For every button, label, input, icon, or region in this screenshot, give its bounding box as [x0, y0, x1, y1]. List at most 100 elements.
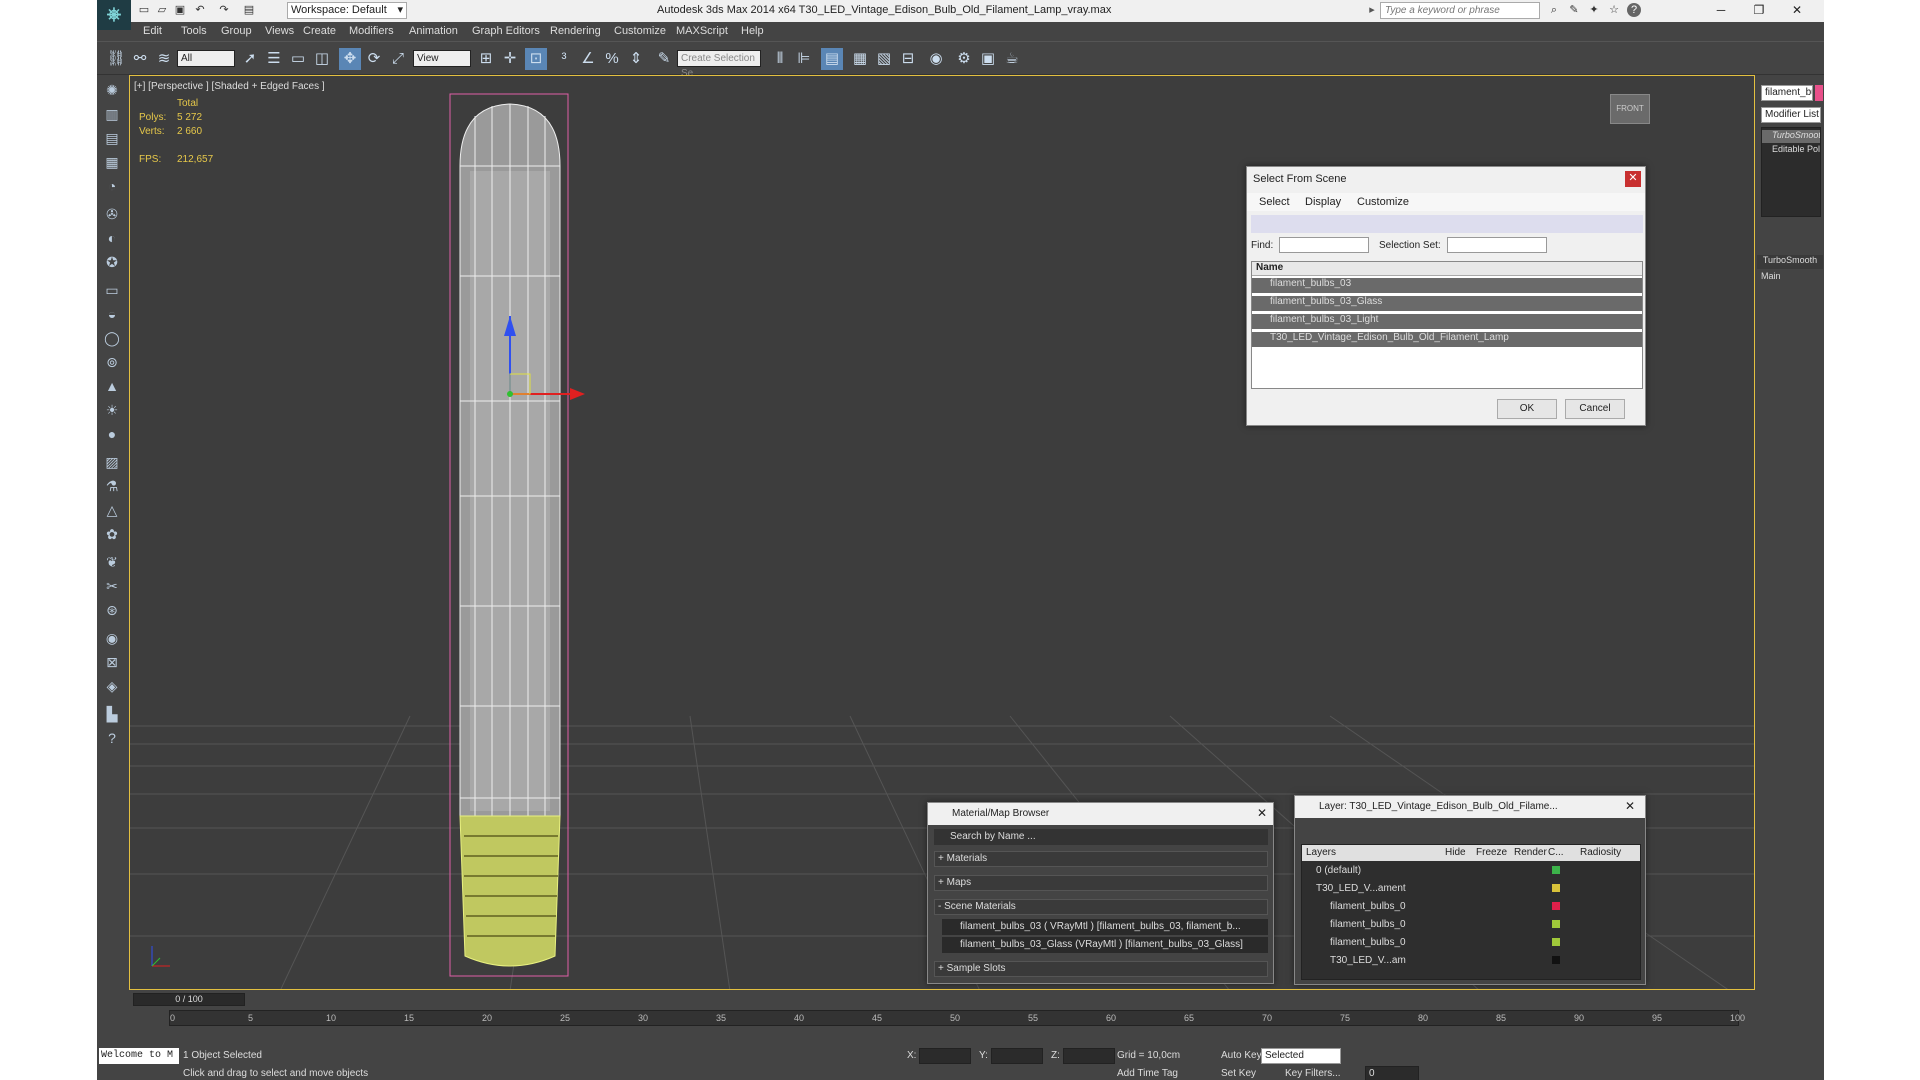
light-icon[interactable]: ◔	[101, 175, 123, 197]
app-logo-icon[interactable]: ⎈	[97, 0, 131, 30]
menu-rendering[interactable]: Rendering	[550, 25, 601, 37]
link-icon[interactable]: ⛓	[105, 48, 127, 70]
cylinder-icon[interactable]: ◯	[101, 327, 123, 349]
keyword-search-input[interactable]: Type a keyword or phrase	[1380, 2, 1540, 19]
select-object-icon[interactable]: ➚	[239, 48, 261, 70]
list-item[interactable]: filament_bulbs_03_Light	[1252, 314, 1642, 329]
sphere-icon[interactable]: ◒	[101, 303, 123, 325]
render-frame-icon[interactable]: ▣	[977, 48, 999, 70]
key-filters-button[interactable]: Key Filters...	[1285, 1068, 1341, 1079]
layer-row[interactable]: 0 (default)	[1302, 863, 1640, 879]
named-selection-dropdown[interactable]: Create Selection Se	[677, 50, 761, 79]
current-frame-input[interactable]: 0	[1365, 1066, 1419, 1080]
layer-row[interactable]: filament_bulbs_0	[1302, 899, 1640, 915]
layer-color-swatch[interactable]	[1552, 956, 1560, 964]
mmb-search-input[interactable]: Search by Name ...	[934, 829, 1268, 845]
plane-icon[interactable]: ▨	[101, 451, 123, 473]
rotate-icon[interactable]: ⟳	[363, 48, 385, 70]
modify-icon[interactable]: ▥	[101, 103, 123, 125]
select-by-name-icon[interactable]: ☰	[263, 48, 285, 70]
layer-name[interactable]: filament_bulbs_0	[1330, 901, 1406, 912]
x-coord-input[interactable]	[919, 1048, 971, 1064]
menu-customize[interactable]: Customize	[614, 25, 666, 37]
layer-name[interactable]: 0 (default)	[1316, 865, 1361, 876]
redo-icon[interactable]: ↷	[217, 3, 231, 17]
scene-material-item[interactable]: filament_bulbs_03 ( VRayMtl ) [filament_…	[942, 919, 1268, 935]
window-crossing-icon[interactable]: ◫	[311, 48, 333, 70]
cancel-button[interactable]: Cancel	[1565, 399, 1625, 419]
col-hide[interactable]: Hide	[1445, 847, 1466, 858]
hierarchy-icon[interactable]: ▤	[101, 127, 123, 149]
add-time-tag-button[interactable]: Add Time Tag	[1117, 1068, 1178, 1079]
layer-name[interactable]: filament_bulbs_0	[1330, 937, 1406, 948]
mirror-icon[interactable]: ⫴	[769, 48, 791, 70]
select-manipulate-icon[interactable]: ✛	[499, 48, 521, 70]
sfs-menu-select[interactable]: Select	[1259, 196, 1290, 208]
list-header-name[interactable]: Name	[1252, 262, 1642, 276]
particle-icon[interactable]: ⊛	[101, 599, 123, 621]
create-icon[interactable]: ✺	[101, 79, 123, 101]
selection-set-dropdown[interactable]	[1447, 237, 1547, 253]
perspective-viewport[interactable]: [+] [Perspective ] [Shaded + Edged Faces…	[129, 75, 1755, 990]
viewcube[interactable]: FRONT	[1610, 94, 1650, 124]
mmb-group-scene-materials[interactable]: - Scene Materials	[934, 899, 1268, 915]
object-color-swatch[interactable]	[1815, 85, 1823, 101]
layer-toolbar[interactable]	[1301, 822, 1481, 840]
torus-icon[interactable]: ⊚	[101, 351, 123, 373]
rect-selection-icon[interactable]: ▭	[287, 48, 309, 70]
menu-maxscript[interactable]: MAXScript	[676, 25, 728, 37]
geosphere-icon[interactable]: ●	[101, 423, 123, 445]
layer-row[interactable]: T30_LED_V...ament	[1302, 881, 1640, 897]
subscription-icon[interactable]: ✎	[1567, 3, 1581, 17]
schematic-view-icon[interactable]: ⊟	[897, 48, 919, 70]
col-color[interactable]: C...	[1548, 847, 1564, 858]
col-radiosity[interactable]: Radiosity	[1580, 847, 1621, 858]
auto-key-button[interactable]: Auto Key	[1221, 1050, 1262, 1061]
hair-icon[interactable]: ✂	[101, 575, 123, 597]
snaps-toggle-icon[interactable]: ³	[553, 48, 575, 70]
ref-coord-dropdown[interactable]: View	[413, 50, 471, 67]
ok-button[interactable]: OK	[1497, 399, 1557, 419]
mmb-group-maps[interactable]: + Maps	[934, 875, 1268, 891]
layer-color-swatch[interactable]	[1552, 884, 1560, 892]
list-item[interactable]: T30_LED_Vintage_Edison_Bulb_Old_Filament…	[1252, 332, 1642, 347]
box-icon[interactable]: ▭	[101, 279, 123, 301]
curve-editor-icon[interactable]: ▧	[873, 48, 895, 70]
scene-object-list[interactable]: Name filament_bulbs_03 filament_bulbs_03…	[1251, 261, 1643, 389]
open-file-icon[interactable]: ▱	[155, 3, 169, 17]
col-freeze[interactable]: Freeze	[1476, 847, 1507, 858]
help-circle-icon[interactable]: ?	[101, 727, 123, 749]
z-coord-input[interactable]	[1063, 1048, 1115, 1064]
layer-color-swatch[interactable]	[1552, 866, 1560, 874]
cone-icon[interactable]: ▲	[101, 375, 123, 397]
layer-row[interactable]: T30_LED_V...am	[1302, 953, 1640, 969]
layer-row[interactable]: filament_bulbs_0	[1302, 917, 1640, 933]
list-item[interactable]: filament_bulbs_03	[1252, 278, 1642, 293]
trackbar[interactable]: 0 5 10 15 20 25 30 35 40 45 50 55 60 65 70 75 80 85 90 95 10…	[169, 1010, 1745, 1026]
spacewarp-icon[interactable]: ✪	[101, 251, 123, 273]
mmb-group-materials[interactable]: + Materials	[934, 851, 1268, 867]
modifier-list-dropdown[interactable]: Modifier List	[1761, 107, 1821, 123]
mmb-close-button[interactable]: ✕	[1257, 806, 1267, 820]
layer-color-swatch[interactable]	[1552, 902, 1560, 910]
layer-manager-icon[interactable]: ▤	[821, 48, 843, 70]
menu-create[interactable]: Create	[303, 25, 336, 37]
material-editor-icon[interactable]: ◉	[925, 48, 947, 70]
material-sphere-icon[interactable]: ◉	[101, 627, 123, 649]
undo-icon[interactable]: ↶	[193, 3, 207, 17]
layer-color-swatch[interactable]	[1552, 920, 1560, 928]
set-key-button[interactable]: Set Key	[1221, 1068, 1256, 1079]
render-setup-icon[interactable]: ⚙	[953, 48, 975, 70]
search-expand-icon[interactable]: ▸	[1365, 3, 1379, 17]
workspace-dropdown[interactable]: Workspace: Default	[287, 2, 407, 19]
help-icon[interactable]: ?	[1627, 3, 1641, 17]
modifier-stack[interactable]: TurboSmooth Editable Poly	[1761, 127, 1821, 217]
plant-icon[interactable]: ❦	[101, 551, 123, 573]
close-button[interactable]: ✕	[1783, 2, 1811, 18]
camera-icon[interactable]: ✇	[101, 203, 123, 225]
sfs-menu-display[interactable]: Display	[1305, 196, 1341, 208]
menu-help[interactable]: Help	[741, 25, 764, 37]
layer-name[interactable]: filament_bulbs_0	[1330, 919, 1406, 930]
layer-name[interactable]: T30_LED_V...ament	[1316, 883, 1406, 894]
stack-item-editable-poly[interactable]: Editable Poly	[1762, 144, 1820, 157]
